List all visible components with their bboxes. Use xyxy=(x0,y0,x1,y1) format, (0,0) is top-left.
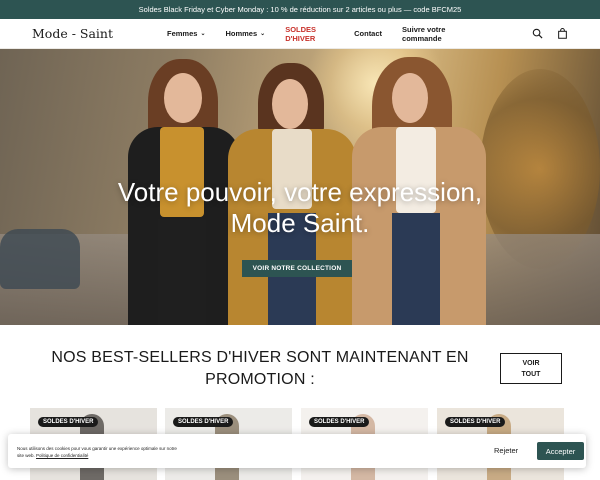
nav-item-label: Femmes xyxy=(167,29,198,38)
logo[interactable]: Mode - Saint xyxy=(32,26,167,41)
sale-badge: SOLDES D'HIVER xyxy=(309,417,370,427)
nav-item-contact[interactable]: Contact xyxy=(354,25,382,43)
reject-cookies-button[interactable]: Rejeter xyxy=(494,446,518,455)
announcement-bar: Soldes Black Friday et Cyber Monday : 10… xyxy=(0,0,600,19)
nav-item-label: Suivre votre commande xyxy=(402,24,446,43)
hero-title-line: Mode Saint. xyxy=(230,208,370,238)
nav-item-track-order[interactable]: Suivre votre commande xyxy=(402,25,468,43)
view-collection-button[interactable]: VOIR NOTRE COLLECTION xyxy=(242,260,352,277)
accept-cookies-button[interactable]: Accepter xyxy=(537,442,584,460)
nav-item-femmes[interactable]: Femmes ⌄ xyxy=(167,25,205,43)
see-all-label: TOUT xyxy=(521,370,541,378)
header-icons xyxy=(468,28,568,39)
cookie-text: Nous utilisons des cookies pour vous gar… xyxy=(17,445,182,459)
nav-item-label: Hommes xyxy=(225,29,258,38)
sale-badge: SOLDES D'HIVER xyxy=(445,417,506,427)
sale-badge: SOLDES D'HIVER xyxy=(38,417,99,427)
hero-banner: Votre pouvoir, votre expression, Mode Sa… xyxy=(0,49,600,325)
cookie-banner: Nous utilisons des cookies pour vous gar… xyxy=(8,434,586,468)
nav-item-label: Contact xyxy=(354,29,383,38)
see-all-label: VOIR xyxy=(522,359,540,367)
nav-item-soldes-hiver[interactable]: SOLDES D'HIVER xyxy=(285,25,334,43)
chevron-down-icon: ⌄ xyxy=(200,31,206,37)
main-nav: Femmes ⌄ Hommes ⌄ SOLDES D'HIVER Contact… xyxy=(167,25,468,43)
nav-item-label: SOLDES D'HIVER xyxy=(285,24,317,43)
site-header: Mode - Saint Femmes ⌄ Hommes ⌄ SOLDES D'… xyxy=(0,19,600,49)
privacy-policy-link[interactable]: Politique de confidentialité xyxy=(36,453,88,458)
shopping-bag-icon[interactable] xyxy=(557,28,568,39)
announcement-text: Soldes Black Friday et Cyber Monday : 10… xyxy=(138,5,462,14)
see-all-button[interactable]: VOIR TOUT xyxy=(500,353,562,384)
nav-item-hommes[interactable]: Hommes ⌄ xyxy=(225,25,265,43)
search-icon[interactable] xyxy=(532,28,543,39)
sale-badge: SOLDES D'HIVER xyxy=(173,417,234,427)
chevron-down-icon: ⌄ xyxy=(260,31,266,37)
hero-title: Votre pouvoir, votre expression, Mode Sa… xyxy=(0,177,600,239)
hero-title-line: Votre pouvoir, votre expression, xyxy=(117,177,483,207)
bestsellers-title: NOS BEST-SELLERS D'HIVER SONT MAINTENANT… xyxy=(51,349,469,388)
